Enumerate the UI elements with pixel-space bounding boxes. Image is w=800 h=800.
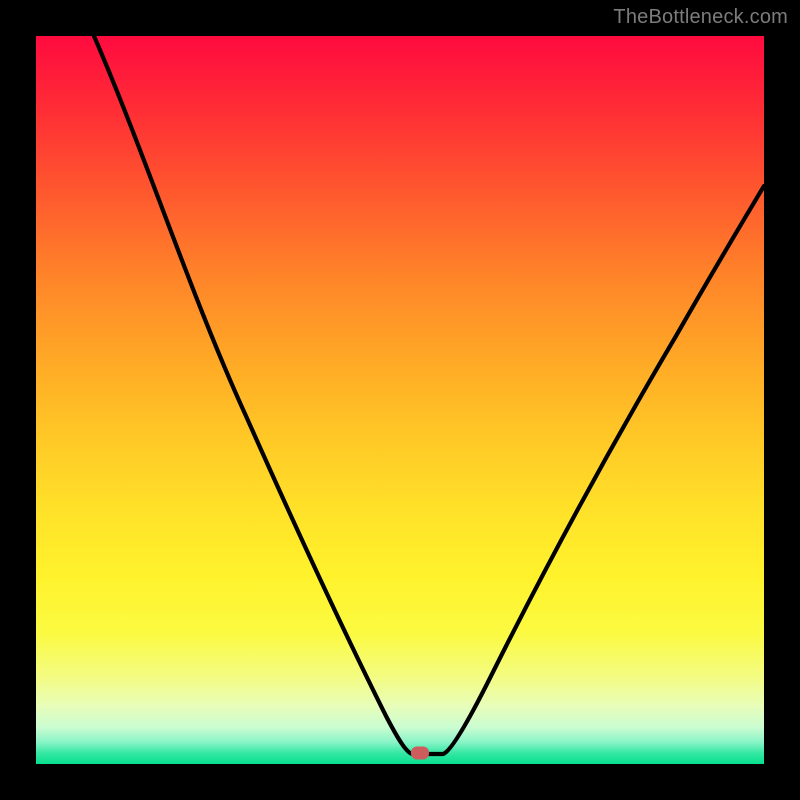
plot-area	[36, 36, 764, 764]
chart-frame: TheBottleneck.com	[0, 0, 800, 800]
bottleneck-curve	[36, 36, 764, 764]
optimal-marker	[411, 747, 429, 760]
watermark-text: TheBottleneck.com	[613, 6, 788, 29]
